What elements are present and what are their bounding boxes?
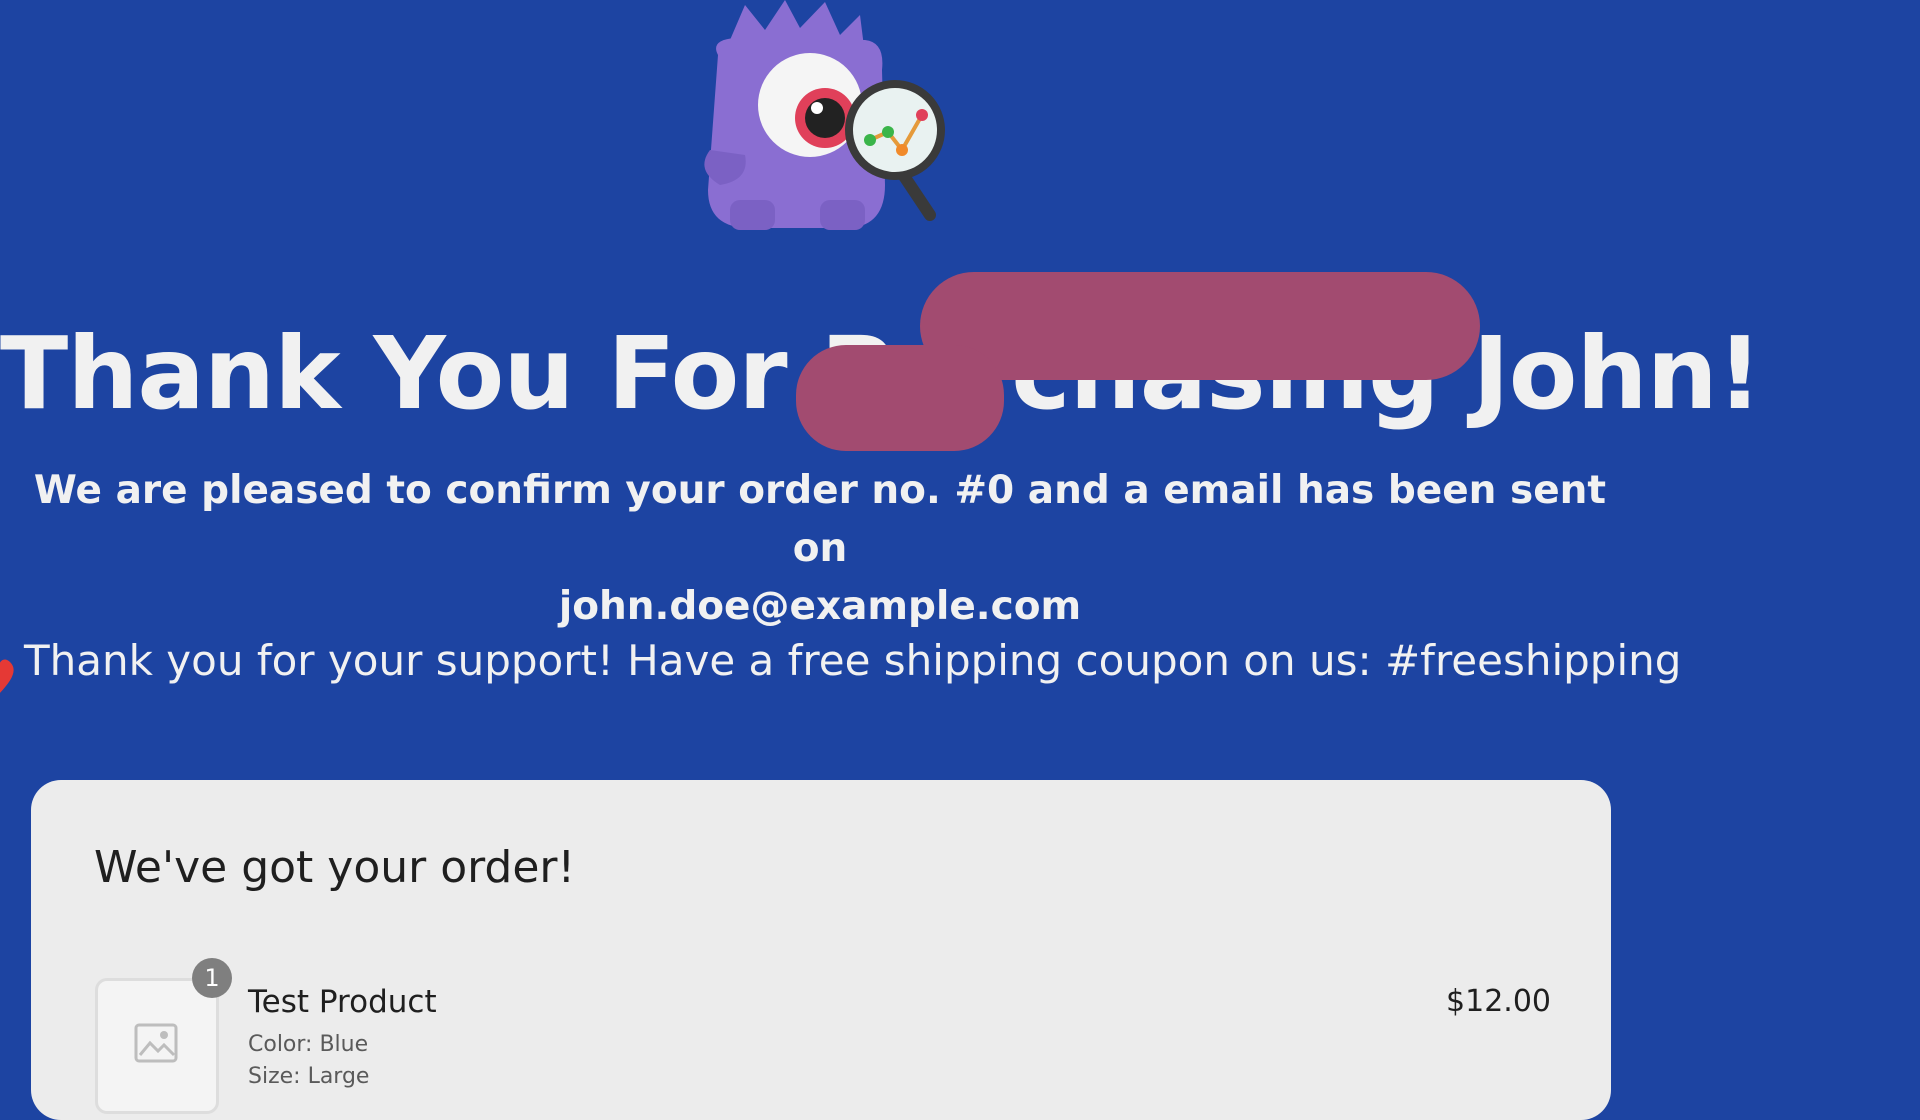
product-variants: Color: Blue Size: Large [248, 1029, 369, 1093]
monster-mascot-icon [704, 0, 945, 230]
customer-email: john.doe@example.com [558, 584, 1082, 629]
order-card-title: We've got your order! [94, 842, 576, 893]
product-color: Color: Blue [248, 1032, 369, 1057]
heart-icon [0, 659, 14, 693]
product-thumbnail [95, 978, 219, 1114]
image-placeholder-icon [134, 1023, 178, 1063]
order-summary-card: We've got your order! 1 Test Product Col… [31, 780, 1611, 1120]
product-price: $12.00 [1446, 984, 1551, 1019]
product-size: Size: Large [248, 1064, 370, 1089]
product-name: Test Product [248, 984, 437, 1020]
redaction-mark [920, 272, 1480, 380]
free-shipping-promo: Thank you for your support! Have a free … [24, 636, 1682, 685]
confirmation-line: We are pleased to confirm your order no.… [33, 468, 1607, 571]
order-confirmation-text: We are pleased to confirm your order no.… [0, 462, 1640, 636]
redaction-mark [796, 345, 1004, 451]
quantity-badge: 1 [192, 958, 232, 998]
